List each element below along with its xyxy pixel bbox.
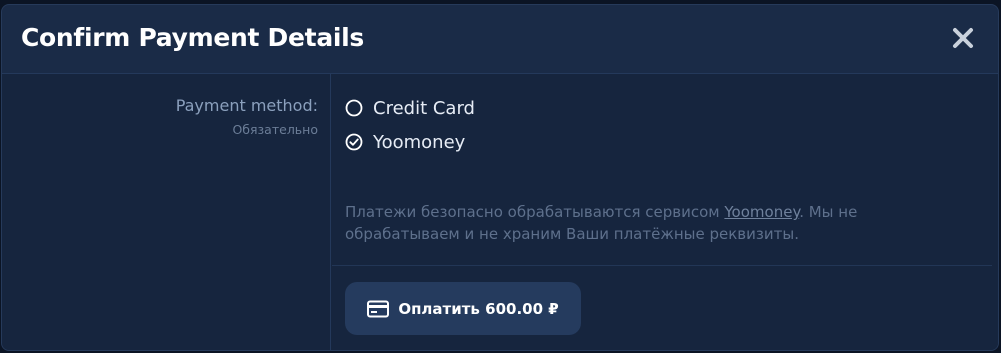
dialog-header: Confirm Payment Details: [2, 5, 998, 74]
field-label-column: Payment method: Обязательно: [2, 74, 331, 350]
option-yoomoney[interactable]: Yoomoney: [345, 130, 465, 154]
divider: [332, 265, 992, 266]
security-notice: Платежи безопасно обрабатываются сервисо…: [345, 201, 945, 245]
yoomoney-link[interactable]: Yoomoney: [724, 203, 799, 221]
payment-method-label: Payment method:: [175, 96, 318, 115]
pay-button-label: Оплатить 600.00 ₽: [398, 299, 559, 318]
required-hint: Обязательно: [232, 122, 318, 137]
close-icon: [953, 28, 973, 48]
pay-button[interactable]: Оплатить 600.00 ₽: [345, 282, 581, 335]
dialog-body: Payment method: Обязательно Credit Card …: [2, 74, 998, 350]
option-label: Yoomoney: [373, 131, 466, 153]
option-credit-card[interactable]: Credit Card: [345, 96, 475, 120]
radio-checked-icon: [345, 133, 363, 151]
notice-text: Платежи безопасно обрабатываются сервисо…: [345, 203, 725, 221]
dialog-title: Confirm Payment Details: [21, 23, 365, 52]
option-label: Credit Card: [373, 97, 475, 119]
radio-unchecked-icon: [345, 99, 363, 117]
credit-card-icon: [367, 300, 390, 317]
close-button[interactable]: [950, 25, 976, 51]
payment-dialog: Confirm Payment Details Payment method: …: [1, 4, 999, 351]
